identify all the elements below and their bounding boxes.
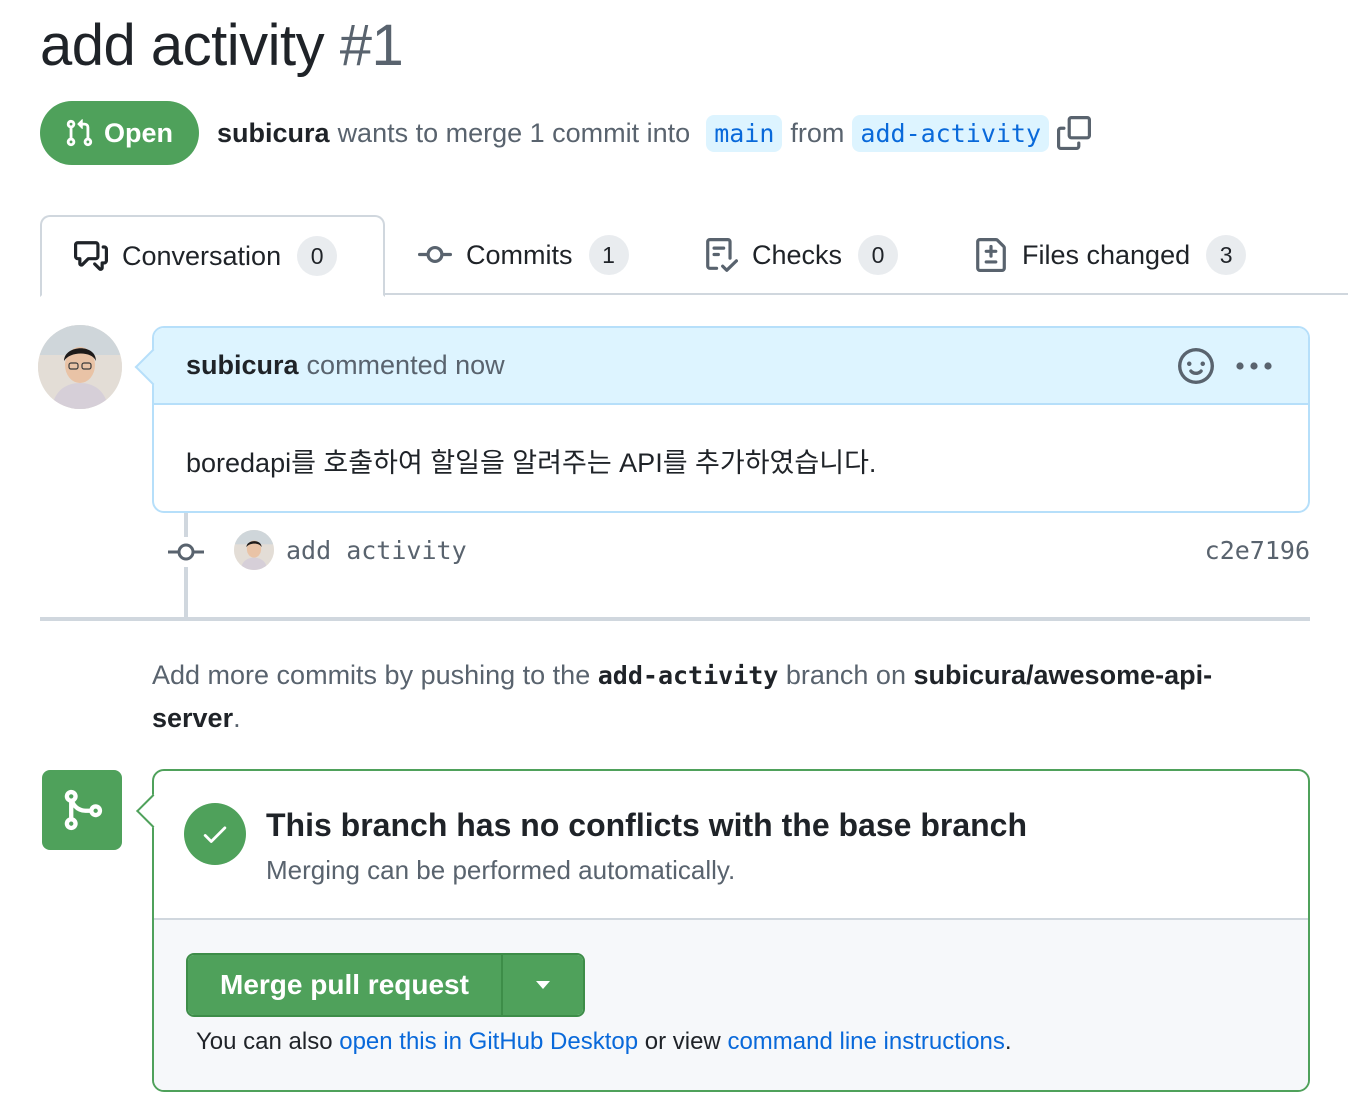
tab-files-changed-label: Files changed	[1022, 239, 1191, 270]
help-prefix: You can also	[196, 1028, 333, 1055]
merge-actions: Merge pull request You can also open thi…	[154, 920, 1308, 1090]
state-badge: Open	[40, 101, 200, 165]
hint-suffix: .	[233, 703, 241, 733]
tab-commits-count: 1	[588, 235, 629, 275]
smiley-icon[interactable]	[1178, 348, 1214, 384]
tab-files-changed[interactable]: Files changed 3	[974, 215, 1247, 295]
comment-timestamp: commented now	[306, 350, 505, 380]
comment-author-avatar[interactable]	[38, 325, 122, 409]
tab-commits[interactable]: Commits 1	[418, 215, 629, 295]
comment-author[interactable]: subicura	[186, 350, 299, 381]
merge-status-subtitle: Merging can be performed automatically.	[266, 855, 736, 885]
merge-status-title: This branch has no conflicts with the ba…	[266, 807, 1028, 843]
merge-pull-request-button[interactable]: Merge pull request	[188, 955, 501, 1015]
merge-box: This branch has no conflicts with the ba…	[136, 769, 1310, 1092]
merge-button-group: Merge pull request	[186, 953, 585, 1017]
merge-status-badge	[42, 770, 122, 850]
git-merge-icon	[64, 789, 103, 831]
command-line-instructions-link[interactable]: command line instructions	[727, 1028, 1004, 1055]
commit-message-link[interactable]: add activity	[286, 536, 467, 565]
commit-sha-link[interactable]: c2e7196	[1205, 536, 1310, 565]
pr-author-link[interactable]: subicura	[217, 118, 330, 149]
hint-branch: add-activity	[597, 661, 779, 690]
head-branch[interactable]: add-activity	[852, 114, 1050, 152]
merge-help-text: You can also open this in GitHub Desktop…	[196, 1028, 1012, 1056]
help-suffix: .	[1004, 1028, 1012, 1055]
kebab-horizontal-icon[interactable]	[1234, 350, 1274, 382]
git-pull-request-icon	[66, 119, 93, 147]
state-label: Open	[104, 117, 174, 148]
hint-middle: branch on	[785, 660, 906, 690]
open-in-desktop-link[interactable]: open this in GitHub Desktop	[339, 1028, 638, 1055]
pr-number: #1	[339, 13, 404, 78]
hint-prefix: Add more commits by pushing to the	[152, 660, 591, 690]
merge-status: This branch has no conflicts with the ba…	[154, 771, 1308, 920]
pr-tabs: Conversation 0 Commits 1 Checks 0 Files …	[40, 215, 1348, 297]
git-commit-icon	[418, 245, 452, 263]
base-branch[interactable]: main	[706, 114, 783, 152]
check-circle-icon	[184, 803, 246, 865]
file-diff-icon	[976, 238, 1006, 272]
commit-author-avatar[interactable]	[234, 530, 274, 570]
timeline-divider	[40, 617, 1310, 621]
merge-method-dropdown[interactable]	[500, 955, 583, 1015]
tab-conversation-label: Conversation	[122, 240, 282, 271]
copy-icon[interactable]	[1057, 116, 1092, 150]
merge-text: wants to merge 1 commit into	[337, 117, 691, 148]
push-hint: Add more commits by pushing to the add-a…	[152, 654, 1292, 739]
pr-title: add activity	[40, 13, 325, 78]
triangle-down-icon	[535, 981, 550, 989]
checklist-icon	[706, 238, 738, 272]
pr-state-row: Open subicura wants to merge 1 commit in…	[40, 101, 1092, 165]
tab-files-changed-count: 3	[1206, 235, 1247, 275]
tab-checks-count: 0	[858, 235, 899, 275]
page-title: add activity #1	[40, 12, 404, 79]
comment-body: boredapi를 호출하여 할일을 알려주는 API를 추가하였습니다.	[186, 448, 877, 478]
tab-conversation-count: 0	[297, 236, 338, 276]
tab-commits-label: Commits	[466, 239, 573, 270]
comment-header: subicura commented now	[154, 328, 1308, 405]
tab-conversation[interactable]: Conversation 0	[40, 215, 385, 297]
tab-checks-label: Checks	[752, 239, 843, 270]
from-text: from	[790, 117, 845, 148]
git-commit-icon	[166, 537, 206, 567]
help-middle: or view	[644, 1028, 721, 1055]
comment-card: subicura commented now boredapi를 호출하여 할일…	[134, 326, 1310, 513]
tab-checks[interactable]: Checks 0	[704, 215, 899, 295]
pr-meta: subicura wants to merge 1 commit into ma…	[217, 114, 1092, 152]
comment-discussion-icon	[74, 241, 108, 271]
